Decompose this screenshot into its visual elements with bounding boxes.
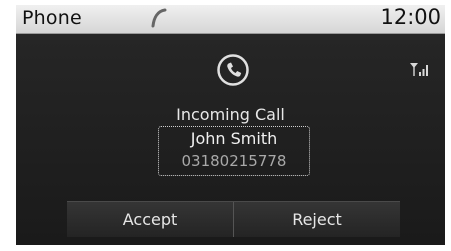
caller-name: John Smith [190,129,278,148]
phone-screen: Phone 12:00 Incoming Call John Smith 031… [16,5,445,245]
call-action-bar: Accept Reject [67,201,400,237]
app-title: Phone [22,7,82,29]
caller-info-box: John Smith 03180215778 [158,126,310,176]
call-status-text: Incoming Call [176,105,285,124]
accept-button[interactable]: Accept [67,202,233,237]
handset-icon [150,8,170,28]
signal-strength-icon [409,61,431,77]
incoming-call-panel: Incoming Call John Smith 03180215778 Acc… [16,34,445,245]
caller-number: 03180215778 [181,152,287,170]
phone-circle-icon [216,53,250,87]
reject-button[interactable]: Reject [234,202,400,237]
status-bar: Phone 12:00 [16,5,445,34]
clock: 12:00 [380,5,441,29]
